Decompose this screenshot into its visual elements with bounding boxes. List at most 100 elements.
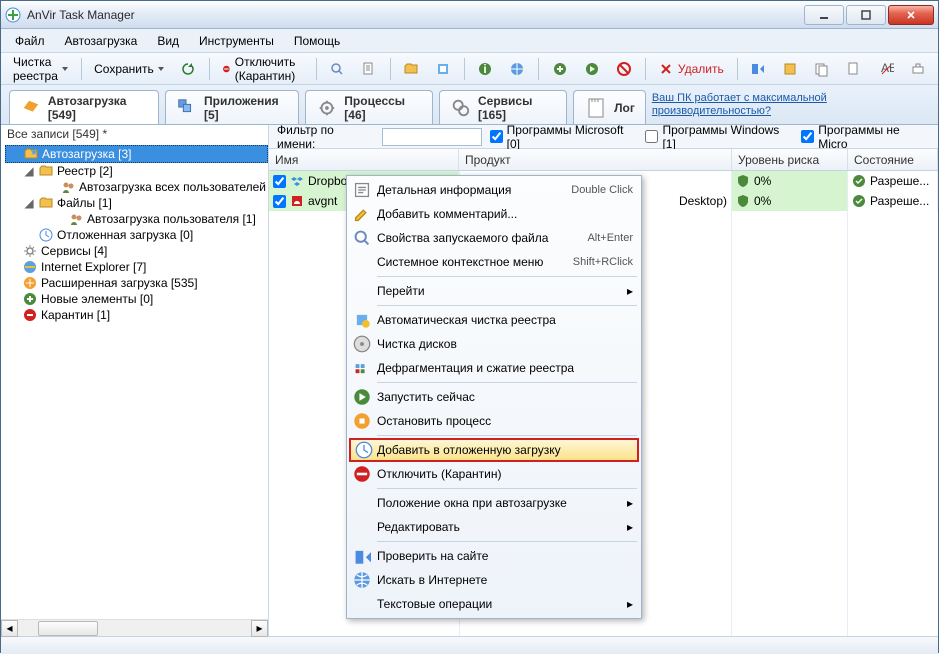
col-name[interactable]: Имя [269, 149, 459, 170]
col-state[interactable]: Состояние [848, 149, 938, 170]
menu-item[interactable]: Отключить (Карантин) [349, 462, 639, 486]
menu-tools[interactable]: Инструменты [191, 32, 282, 50]
tree-label: Сервисы [4] [41, 244, 107, 258]
tree-label: Отложенная загрузка [0] [57, 228, 193, 242]
context-menu[interactable]: Детальная информацияDouble Click Добавить… [346, 175, 642, 619]
menu-icon [353, 181, 371, 199]
tree-node[interactable]: ◢ Файлы [1] [5, 195, 268, 211]
tab-label: Приложения [5] [204, 94, 288, 122]
filter-input[interactable] [382, 128, 482, 146]
promo-link[interactable]: Ваш ПК работает с максимальной производи… [652, 92, 930, 124]
close-button[interactable] [888, 5, 934, 25]
tree-node[interactable]: Internet Explorer [7] [5, 259, 268, 275]
menu-item[interactable]: Системное контекстное менюShift+RClick [349, 250, 639, 274]
tree-node[interactable]: Отложенная загрузка [0] [5, 227, 268, 243]
menu-item[interactable]: Детальная информацияDouble Click [349, 178, 639, 202]
menu-item[interactable]: Дефрагментация и сжатие реестра [349, 356, 639, 380]
delete-button[interactable]: Удалить [652, 59, 730, 79]
icon-button-3[interactable] [808, 59, 836, 79]
info-button[interactable]: i [471, 59, 499, 79]
menu-item[interactable]: Добавить комментарий... [349, 202, 639, 226]
menu-startup[interactable]: Автозагрузка [57, 32, 146, 50]
menu-item[interactable]: Автоматическая чистка реестра [349, 308, 639, 332]
save-button[interactable]: Сохранить [88, 60, 170, 78]
menu-item[interactable]: Искать в Интернете [349, 568, 639, 592]
svg-text:i: i [484, 62, 487, 76]
icon-button-1[interactable] [744, 59, 772, 79]
scroll-thumb[interactable] [38, 621, 98, 636]
menu-label: Добавить комментарий... [377, 207, 517, 221]
search-button[interactable] [323, 59, 351, 79]
scroll-left-button[interactable]: ◂ [1, 620, 18, 637]
tab-services[interactable]: Сервисы [165] [439, 90, 567, 124]
tab-processes[interactable]: Процессы [46] [305, 90, 433, 124]
tree-node[interactable]: Расширенная загрузка [535] [5, 275, 268, 291]
row-checkbox[interactable] [273, 195, 286, 208]
tree-twisty[interactable]: ◢ [23, 196, 35, 210]
menu-item[interactable]: Остановить процесс [349, 409, 639, 433]
menu-view[interactable]: Вид [149, 32, 187, 50]
icon-button-2[interactable] [776, 59, 804, 79]
filter-ms-checkbox[interactable]: Программы Microsoft [0] [490, 123, 638, 151]
registry-button[interactable] [429, 59, 457, 79]
run-button[interactable] [578, 59, 606, 79]
tab-log[interactable]: Лог [573, 90, 646, 124]
menu-file[interactable]: Файл [7, 32, 53, 50]
globe-button[interactable] [503, 59, 531, 79]
menu-item[interactable]: Проверить на сайте [349, 544, 639, 568]
grid-header: Имя Продукт Уровень риска Состояние [269, 149, 938, 171]
col-risk[interactable]: Уровень риска [732, 149, 848, 170]
icon-button-6[interactable] [904, 59, 932, 79]
tab-apps[interactable]: Приложения [5] [165, 90, 299, 124]
tree-node[interactable]: Автозагрузка пользователя [1] [5, 211, 268, 227]
maximize-button[interactable] [846, 5, 886, 25]
refresh-button[interactable] [174, 59, 202, 79]
menu-item[interactable]: Чистка дисков [349, 332, 639, 356]
tree-label: Автозагрузка пользователя [1] [87, 212, 256, 226]
filter-win-checkbox[interactable]: Программы Windows [1] [645, 123, 793, 151]
menu-item[interactable]: Редактировать▸ [349, 515, 639, 539]
menu-item[interactable]: Текстовые операции▸ [349, 592, 639, 616]
tree[interactable]: Автозагрузка [3]◢Реестр [2]Автозагрузка … [1, 143, 268, 619]
tree-node[interactable]: Новые элементы [0] [5, 291, 268, 307]
filter-nonms-checkbox[interactable]: Программы не Micro [801, 123, 930, 151]
tree-node[interactable]: Автозагрузка [3] [5, 145, 268, 163]
menu-item[interactable]: Перейти▸ [349, 279, 639, 303]
tab-startup[interactable]: Автозагрузка [549] [9, 90, 159, 124]
sidebar-title: Все записи [549] * [1, 125, 268, 143]
tab-label: Процессы [46] [344, 94, 422, 122]
tree-label: Файлы [1] [57, 196, 112, 210]
row-risk: 0% [754, 194, 771, 208]
menu-help[interactable]: Помощь [286, 32, 348, 50]
tree-node[interactable]: ◢Реестр [2] [5, 163, 268, 179]
menu-item[interactable]: Положение окна при автозагрузке▸ [349, 491, 639, 515]
menu-separator [377, 541, 637, 542]
minimize-button[interactable] [804, 5, 844, 25]
tab-label: Автозагрузка [549] [48, 94, 148, 122]
props-button[interactable] [355, 59, 383, 79]
col-product[interactable]: Продукт [459, 149, 732, 170]
menu-label: Редактировать [377, 520, 460, 534]
tree-node[interactable]: Автозагрузка всех пользователей [5, 179, 268, 195]
scroll-right-button[interactable]: ▸ [251, 620, 268, 637]
add-button[interactable] [546, 59, 574, 79]
row-product: Desktop) [679, 194, 727, 208]
disable-button[interactable]: Отключить (Карантин) [216, 53, 309, 85]
menu-item[interactable]: Запустить сейчас [349, 385, 639, 409]
icon-button-4[interactable] [840, 59, 868, 79]
row-checkbox[interactable] [273, 175, 286, 188]
icon-button-5[interactable]: ABC [872, 59, 900, 79]
cleanup-button[interactable]: Чистка реестра [7, 53, 74, 85]
menu-label: Остановить процесс [377, 414, 491, 428]
tree-label: Расширенная загрузка [535] [41, 276, 198, 290]
tree-node[interactable]: Карантин [1] [5, 307, 268, 323]
tree-node[interactable]: Сервисы [4] [5, 243, 268, 259]
tree-twisty[interactable]: ◢ [23, 164, 35, 178]
deny-button[interactable] [610, 59, 638, 79]
folder-button[interactable] [397, 59, 425, 79]
menu-label: Добавить в отложенную загрузку [377, 443, 561, 457]
h-scrollbar[interactable]: ◂ ▸ [1, 619, 268, 636]
menu-item[interactable]: Свойства запускаемого файлаAlt+Enter [349, 226, 639, 250]
menu-label: Свойства запускаемого файла [377, 231, 548, 245]
menu-item[interactable]: Добавить в отложенную загрузку [349, 438, 639, 462]
